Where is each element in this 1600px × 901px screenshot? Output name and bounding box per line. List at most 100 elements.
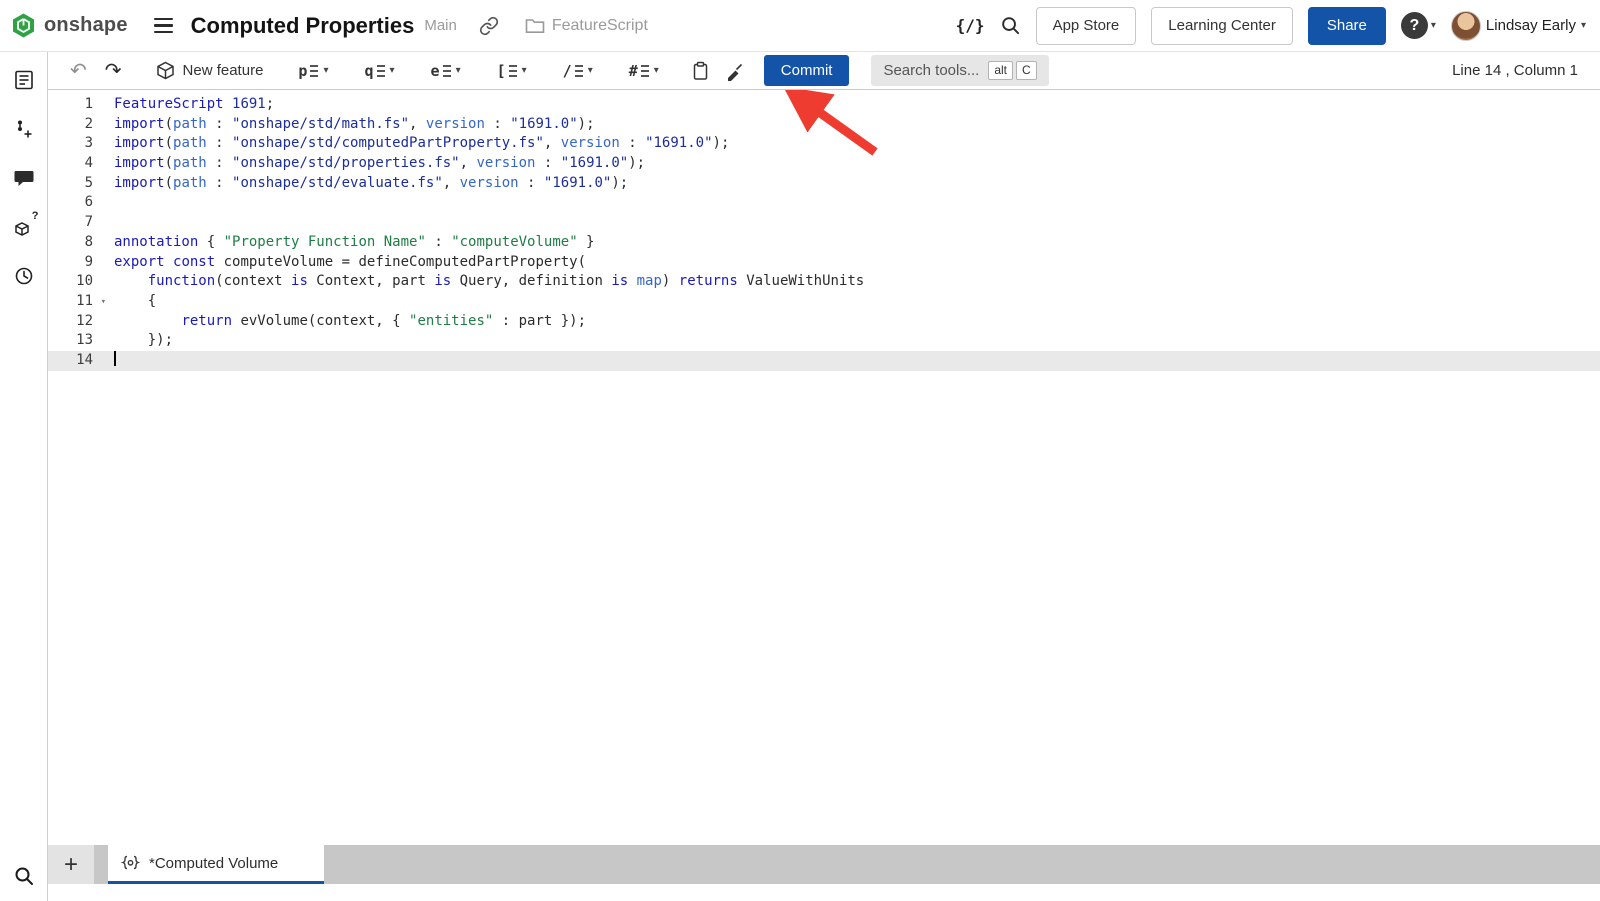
code-text[interactable]	[110, 213, 1600, 233]
code-editor[interactable]: 1FeatureScript 1691;2import(path : "onsh…	[48, 90, 1600, 845]
line-number[interactable]: 6	[48, 193, 110, 213]
question-badge: ?	[32, 210, 39, 222]
code-text[interactable]: FeatureScript 1691;	[110, 95, 1600, 115]
tool-glyph-icon: [	[497, 65, 506, 77]
insert-node-icon[interactable]	[11, 116, 37, 142]
tool-dropdowns: p▾q▾e▾[▾/▾#▾	[287, 61, 683, 81]
code-line-11[interactable]: 11▾ {	[48, 292, 1600, 312]
history-icon[interactable]	[11, 263, 37, 289]
code-text[interactable]: return evVolume(context, { "entities" : …	[110, 312, 1600, 332]
line-number[interactable]: 8	[48, 233, 110, 253]
code-text[interactable]: annotation { "Property Function Name" : …	[110, 233, 1600, 253]
link-icon[interactable]	[479, 16, 499, 36]
code-text[interactable]: function(context is Context, part is Que…	[110, 272, 1600, 292]
code-line-9[interactable]: 9export const computeVolume = defineComp…	[48, 253, 1600, 273]
line-number[interactable]: 11▾	[48, 292, 110, 312]
editor-tool-dropdown-5[interactable]: /▾	[552, 61, 604, 81]
line-number[interactable]: 1	[48, 95, 110, 115]
feature-outline-panel-icon[interactable]	[11, 67, 37, 93]
code-braces-icon[interactable]: {/}	[956, 16, 985, 35]
line-number[interactable]: 3	[48, 134, 110, 154]
folder-icon	[525, 17, 545, 35]
onshape-logo-icon	[10, 12, 37, 39]
code-text[interactable]: import(path : "onshape/std/math.fs", ver…	[110, 115, 1600, 135]
app-header: onshape Computed Properties Main Feature…	[0, 0, 1600, 52]
code-line-6[interactable]: 6	[48, 193, 1600, 213]
editor-tool-dropdown-3[interactable]: e▾	[420, 61, 472, 81]
featurescript-tab-icon	[121, 854, 140, 873]
undo-button[interactable]: ↶	[64, 59, 93, 83]
user-name: Lindsay Early	[1486, 17, 1576, 34]
code-text[interactable]	[110, 351, 1600, 371]
code-line-4[interactable]: 4import(path : "onshape/std/properties.f…	[48, 154, 1600, 174]
line-number[interactable]: 14	[48, 351, 110, 371]
code-line-12[interactable]: 12 return evVolume(context, { "entities"…	[48, 312, 1600, 332]
format-code-button[interactable]	[717, 59, 752, 83]
editor-tool-dropdown-4[interactable]: [▾	[486, 61, 538, 81]
code-line-3[interactable]: 3import(path : "onshape/std/computedPart…	[48, 134, 1600, 154]
code-text[interactable]: {	[110, 292, 1600, 312]
breadcrumb[interactable]: FeatureScript	[525, 17, 648, 35]
search-icon[interactable]	[1000, 15, 1021, 36]
brush-icon	[724, 61, 745, 81]
code-text[interactable]: import(path : "onshape/std/evaluate.fs",…	[110, 174, 1600, 194]
chevron-down-icon: ▾	[654, 65, 659, 76]
line-number[interactable]: 13	[48, 331, 110, 351]
tab-computed-volume[interactable]: *Computed Volume	[108, 845, 324, 884]
code-text[interactable]: });	[110, 331, 1600, 351]
user-menu[interactable]: Lindsay Early ▾	[1451, 11, 1586, 41]
line-number[interactable]: 2	[48, 115, 110, 135]
kbd-c: C	[1016, 61, 1037, 81]
line-number[interactable]: 4	[48, 154, 110, 174]
tool-glyph-icon: e	[431, 65, 440, 77]
line-number[interactable]: 5	[48, 174, 110, 194]
line-number[interactable]: 9	[48, 253, 110, 273]
code-text[interactable]: import(path : "onshape/std/computedPartP…	[110, 134, 1600, 154]
learning-center-button[interactable]: Learning Center	[1151, 7, 1293, 45]
tool-lines-icon	[575, 65, 583, 77]
editor-tool-dropdown-2[interactable]: q▾	[353, 61, 405, 81]
commit-button[interactable]: Commit	[764, 55, 850, 86]
new-feature-button[interactable]: New feature	[150, 60, 270, 81]
code-line-8[interactable]: 8annotation { "Property Function Name" :…	[48, 233, 1600, 253]
editor-tool-dropdown-1[interactable]: p▾	[287, 61, 339, 81]
code-lines: 1FeatureScript 1691;2import(path : "onsh…	[48, 95, 1600, 371]
search-tools-field[interactable]: Search tools... alt C	[871, 55, 1048, 86]
code-line-2[interactable]: 2import(path : "onshape/std/math.fs", ve…	[48, 115, 1600, 135]
help-icon[interactable]: ?	[1401, 12, 1428, 39]
editor-toolbar: ↶ ↷ New feature p▾q▾e▾[▾/▾#▾ Commit Sear…	[48, 52, 1600, 90]
user-avatar[interactable]	[1451, 11, 1481, 41]
code-text[interactable]: export const computeVolume = defineCompu…	[110, 253, 1600, 273]
linked-documents-icon[interactable]: ?	[11, 214, 37, 240]
app-store-button[interactable]: App Store	[1036, 7, 1137, 45]
code-text[interactable]: import(path : "onshape/std/properties.fs…	[110, 154, 1600, 174]
help-menu[interactable]: ? ▾	[1401, 12, 1436, 39]
add-tab-button[interactable]: +	[48, 845, 94, 884]
fold-toggle-icon[interactable]: ▾	[101, 293, 106, 313]
bottom-strip	[48, 884, 1600, 901]
main-menu-icon[interactable]	[154, 18, 173, 34]
line-number[interactable]: 7	[48, 213, 110, 233]
code-line-13[interactable]: 13 });	[48, 331, 1600, 351]
onshape-logo: onshape	[10, 12, 128, 39]
redo-button[interactable]: ↷	[99, 59, 128, 83]
search-in-document-icon[interactable]	[0, 865, 48, 887]
paste-button[interactable]	[684, 59, 717, 83]
code-line-5[interactable]: 5import(path : "onshape/std/evaluate.fs"…	[48, 174, 1600, 194]
code-line-10[interactable]: 10 function(context is Context, part is …	[48, 272, 1600, 292]
document-title: Computed Properties	[191, 13, 415, 39]
workspace-name[interactable]: Main	[424, 17, 457, 34]
code-line-1[interactable]: 1FeatureScript 1691;	[48, 95, 1600, 115]
editor-tool-dropdown-6[interactable]: #▾	[618, 61, 670, 81]
search-tools-placeholder: Search tools...	[883, 62, 979, 79]
kbd-alt: alt	[988, 61, 1013, 81]
line-number[interactable]: 12	[48, 312, 110, 332]
new-feature-label: New feature	[183, 62, 264, 79]
code-text[interactable]	[110, 193, 1600, 213]
share-button[interactable]: Share	[1308, 7, 1386, 45]
code-line-7[interactable]: 7	[48, 213, 1600, 233]
comments-icon[interactable]	[11, 165, 37, 191]
text-cursor	[114, 351, 116, 366]
code-line-14[interactable]: 14	[48, 351, 1600, 371]
line-number[interactable]: 10	[48, 272, 110, 292]
